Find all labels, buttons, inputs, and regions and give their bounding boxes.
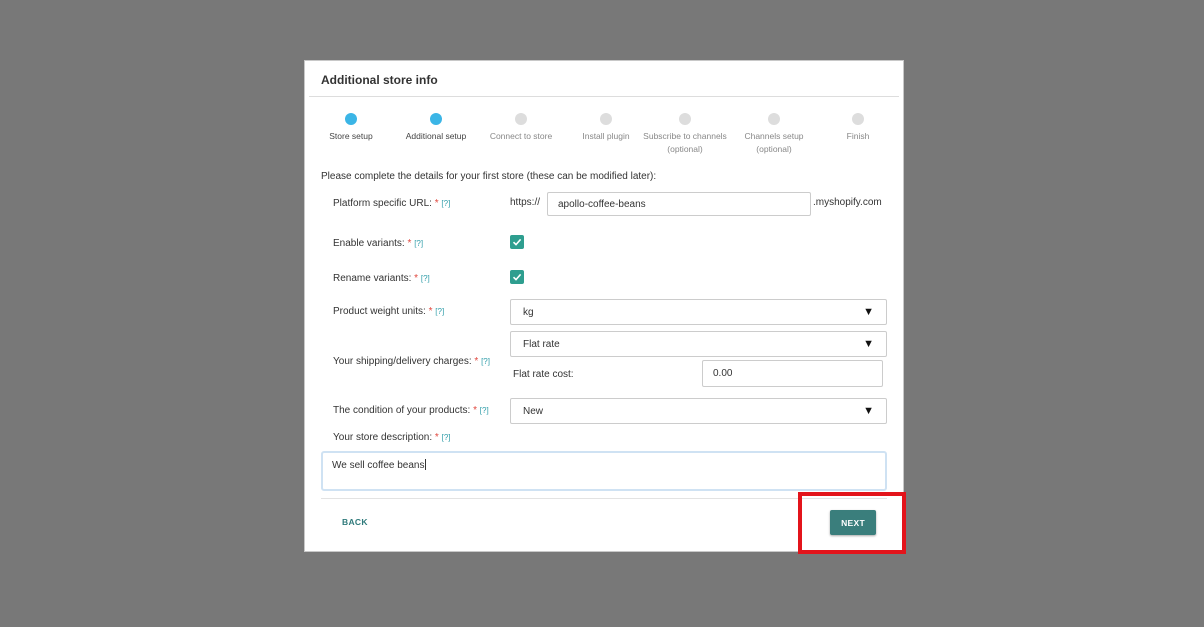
step-indicator-icon bbox=[430, 113, 442, 125]
required-marker: * bbox=[407, 238, 412, 249]
shipping-select[interactable]: Flat rate ▼ bbox=[510, 331, 887, 357]
flat-rate-cost-input[interactable]: 0.00 bbox=[702, 360, 883, 387]
dropdown-arrow-icon: ▼ bbox=[863, 306, 874, 318]
url-suffix: .myshopify.com bbox=[813, 197, 882, 208]
required-marker: * bbox=[473, 405, 477, 416]
rename-variants-label: Rename variants: * [?] bbox=[333, 273, 430, 284]
help-link[interactable]: [?] bbox=[414, 239, 423, 248]
condition-select[interactable]: New ▼ bbox=[510, 398, 887, 424]
rename-variants-checkbox[interactable] bbox=[510, 270, 524, 284]
enable-variants-checkbox[interactable] bbox=[510, 235, 524, 249]
step-indicator-icon bbox=[600, 113, 612, 125]
checkmark-icon bbox=[512, 273, 522, 281]
additional-store-info-dialog: Additional store info Store setup Additi… bbox=[304, 60, 904, 552]
setup-stepper: Store setup Additional setup Connect to … bbox=[305, 113, 905, 163]
required-marker: * bbox=[414, 273, 419, 284]
help-link[interactable]: [?] bbox=[481, 357, 490, 366]
required-marker: * bbox=[434, 198, 439, 209]
condition-label: The condition of your products: * [?] bbox=[333, 405, 489, 416]
step-indicator-icon bbox=[679, 113, 691, 125]
required-marker: * bbox=[474, 356, 479, 367]
step-indicator-icon bbox=[345, 113, 357, 125]
help-link[interactable]: [?] bbox=[421, 274, 430, 283]
step-finish: Finish bbox=[803, 113, 913, 143]
required-marker: * bbox=[428, 306, 433, 317]
dialog-title: Additional store info bbox=[321, 73, 438, 87]
step-indicator-icon bbox=[852, 113, 864, 125]
back-button[interactable]: BACK bbox=[342, 517, 368, 527]
weight-units-label: Product weight units: * [?] bbox=[333, 306, 445, 317]
url-prefix: https:// bbox=[510, 197, 541, 208]
required-marker: * bbox=[434, 432, 439, 443]
step-label: Subscribe to channels (optional) bbox=[643, 131, 727, 154]
step-subscribe-to-channels: Subscribe to channels (optional) bbox=[635, 113, 735, 155]
step-label: Finish bbox=[846, 131, 870, 141]
step-indicator-icon bbox=[768, 113, 780, 125]
dropdown-arrow-icon: ▼ bbox=[863, 405, 874, 417]
platform-url-input[interactable]: apollo-coffee-beans bbox=[547, 192, 811, 216]
platform-url-label: Platform specific URL: * [?] bbox=[333, 198, 451, 209]
store-description-textarea[interactable]: We sell coffee beans bbox=[321, 451, 887, 491]
help-link[interactable]: [?] bbox=[442, 433, 451, 442]
flat-rate-cost-label: Flat rate cost: bbox=[513, 369, 574, 380]
checkmark-icon bbox=[512, 238, 522, 246]
shipping-label: Your shipping/delivery charges: * [?] bbox=[333, 356, 490, 367]
dropdown-arrow-icon: ▼ bbox=[863, 338, 874, 350]
enable-variants-label: Enable variants: * [?] bbox=[333, 238, 424, 249]
help-link[interactable]: [?] bbox=[435, 307, 444, 316]
intro-text: Please complete the details for your fir… bbox=[321, 171, 657, 182]
title-divider bbox=[309, 96, 899, 97]
help-link[interactable]: [?] bbox=[441, 199, 450, 208]
help-link[interactable]: [?] bbox=[480, 406, 489, 415]
weight-units-select[interactable]: kg ▼ bbox=[510, 299, 887, 325]
next-button-highlight bbox=[798, 492, 906, 554]
step-indicator-icon bbox=[515, 113, 527, 125]
description-label: Your store description: * [?] bbox=[333, 432, 451, 443]
text-cursor bbox=[425, 459, 427, 470]
